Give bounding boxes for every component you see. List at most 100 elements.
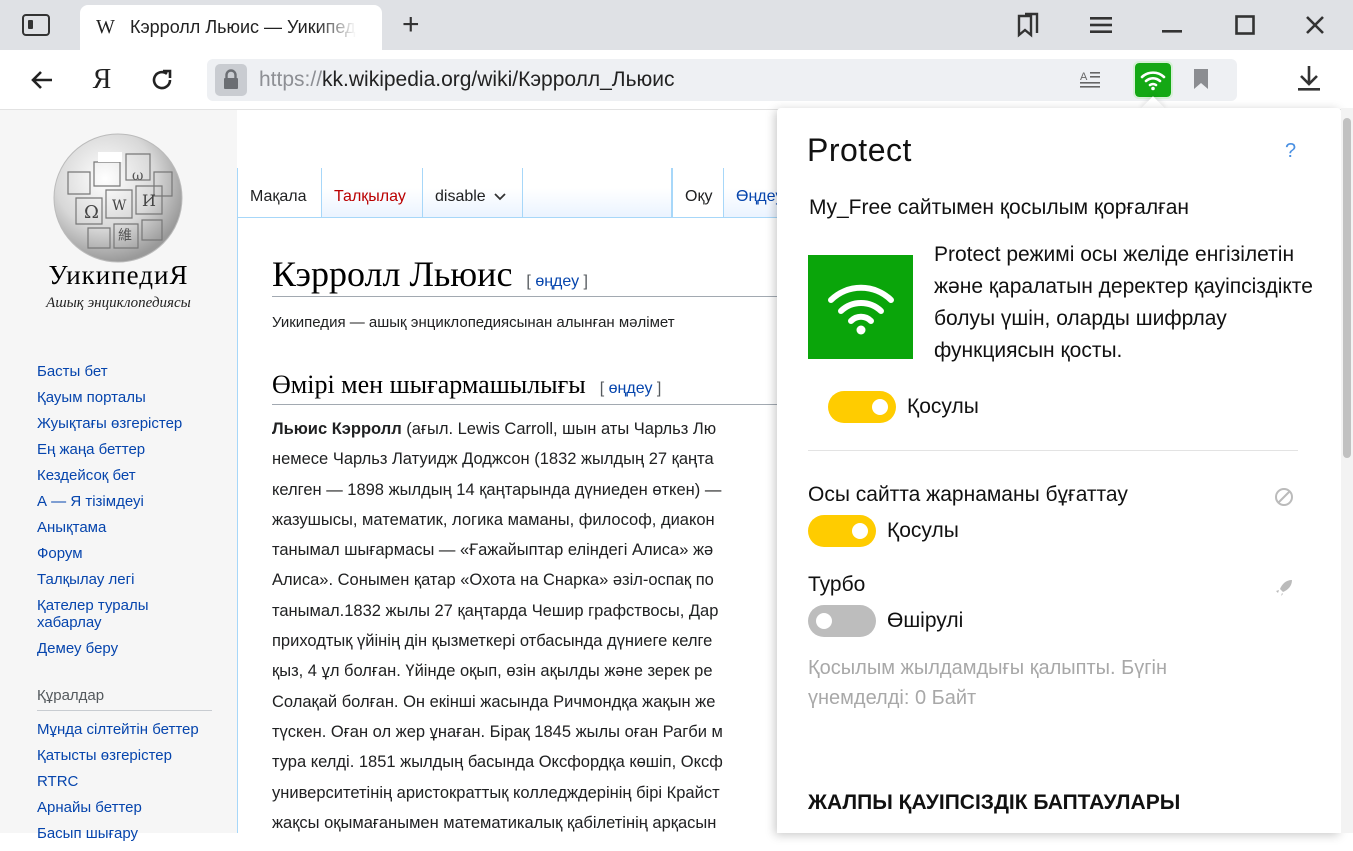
turbo-toggle-label: Өшірулі — [887, 609, 964, 632]
body-line: түскен. Оған ол жер ұнаған. Бірақ 1845 ж… — [272, 722, 723, 741]
tab-variant[interactable]: disable — [423, 168, 523, 218]
body-line: немесе Чарльз Латуидж Доджсон (1832 жылд… — [272, 450, 714, 469]
bookmark-icon[interactable] — [1193, 68, 1209, 95]
wifi-protect-icon[interactable] — [1133, 61, 1173, 99]
toggle-knob — [872, 399, 888, 415]
nav-link-report-errors[interactable]: Қателер туралы хабарлау — [37, 597, 217, 631]
page-title: Кэрролл Льюис [ өңдеу ] — [272, 253, 588, 295]
variant-label: disable — [435, 188, 486, 205]
tools-link-print[interactable]: Басып шығару — [37, 825, 199, 842]
tools-heading: Құралдар — [37, 687, 212, 711]
minimize-icon[interactable] — [1152, 8, 1192, 42]
wiki-tabs: Мақала Талқылау disable Оқу Өңдеу — [237, 168, 797, 218]
rocket-icon — [1274, 578, 1294, 603]
title-divider — [272, 296, 798, 297]
wikipedia-favicon-icon: W — [96, 16, 115, 38]
toggle-knob — [852, 523, 868, 539]
wiki-nav-list: Басты бет Қауым порталы Жуықтағы өзгеріс… — [37, 363, 217, 666]
tools-link-what-links-here[interactable]: Мұнда сілтейтін беттер — [37, 721, 199, 738]
svg-text:И: И — [142, 191, 156, 210]
edit-word[interactable]: өңдеу — [535, 273, 579, 290]
ads-toggle-label: Қосулы — [887, 519, 959, 542]
wiki-sidebar: Ω W И 維 ω УикипедиЯ Ашық энциклопедиясы … — [0, 110, 237, 842]
url-protocol: https:// — [259, 68, 323, 91]
tab-title: Кэрролл Льюис — Уикипедия — [130, 17, 356, 38]
wifi-shield-icon — [808, 255, 913, 359]
wikipedia-globe-logo[interactable]: Ω W И 維 ω — [48, 132, 188, 272]
plus-icon[interactable]: + — [402, 9, 420, 41]
wiki-wordmark: УикипедиЯ — [48, 260, 189, 290]
tools-link-related-changes[interactable]: Қатысты өзгерістер — [37, 747, 199, 764]
section-edit-link[interactable]: [ өңдеу ] — [600, 380, 662, 397]
address-bar[interactable]: https://kk.wikipedia.org/wiki/Кэрролл_Ль… — [207, 59, 1237, 101]
tools-link-special-pages[interactable]: Арнайы беттер — [37, 799, 199, 816]
section-edit-bracket-close: ] — [652, 380, 662, 397]
section-edit-word[interactable]: өңдеу — [609, 380, 653, 397]
body-line: тура келді. 1851 жылдың басында Оксфордқ… — [272, 753, 723, 772]
edit-bracket-close: ] — [579, 273, 588, 290]
ads-block-title: Осы сайтта жарнаманы бұғаттау — [808, 483, 1128, 506]
general-security-heading: ЖАЛПЫ ҚАУІПСІЗДІК БАПТАУЛАРЫ — [808, 791, 1181, 814]
nav-link-index[interactable]: А — Я тізімдеуі — [37, 493, 217, 510]
turbo-title: Турбо — [808, 573, 866, 596]
article-body: Льюис Кэрролл (ағыл. Lewis Carroll, шын … — [272, 414, 798, 838]
popup-divider — [808, 450, 1298, 451]
url-text[interactable]: https://kk.wikipedia.org/wiki/Кэрролл_Ль… — [259, 68, 675, 92]
yandex-button[interactable]: Я — [84, 62, 120, 98]
nav-link-help[interactable]: Анықтама — [37, 519, 217, 536]
bookmarks-icon[interactable] — [1008, 8, 1048, 42]
body-line: Солақай болған. Он екінші жасында Ричмон… — [272, 692, 716, 711]
nav-link-main-page[interactable]: Басты бет — [37, 363, 217, 380]
ads-block-toggle[interactable] — [808, 515, 876, 547]
page-title-text: Кэрролл Льюис — [272, 254, 513, 294]
lock-icon[interactable] — [215, 64, 247, 96]
turbo-toggle[interactable] — [808, 605, 876, 637]
wifi-toggle-label: Қосулы — [907, 395, 979, 418]
body-line: танымал.1832 жылы 27 қаңтарда Чешир граф… — [272, 601, 719, 620]
nav-link-donate[interactable]: Демеу беру — [37, 640, 217, 657]
nav-link-recent-changes[interactable]: Жуықтағы өзгерістер — [37, 415, 217, 432]
body-line: Льюис Кэрролл (ағыл. Lewis Carroll, шын … — [272, 414, 798, 444]
section-heading: Өмірі мен шығармашылығы [ өңдеу ] — [272, 370, 661, 400]
sidebar-icon[interactable] — [22, 14, 50, 36]
url-path: kk.wikipedia.org/wiki/Кэрролл_Льюис — [322, 68, 675, 91]
download-icon[interactable] — [1296, 64, 1322, 97]
maximize-icon[interactable] — [1225, 8, 1265, 42]
close-icon[interactable] — [1295, 8, 1335, 42]
help-link[interactable]: ? — [1285, 140, 1296, 163]
tools-link-rtrc[interactable]: RTRC — [37, 773, 199, 790]
tab-article[interactable]: Мақала — [237, 168, 322, 218]
body-first-line: (ағыл. Lewis Carroll, шын аты Чарльз Лю — [401, 420, 717, 438]
tab-talk[interactable]: Талқылау — [322, 168, 423, 218]
turbo-savings-note: Қосылым жылдамдығы қалыпты. Бүгін үнемде… — [808, 657, 1168, 709]
wiki-tagline: Ашық энциклопедиясы — [46, 295, 191, 311]
active-tab[interactable]: W Кэрролл Льюис — Уикипедия — [80, 5, 382, 50]
popup-scrollbar-thumb[interactable] — [1343, 118, 1351, 458]
chevron-down-icon — [494, 193, 506, 201]
reload-icon[interactable] — [144, 62, 180, 98]
wiki-article: Кэрролл Льюис [ өңдеу ] Уикипедия — ашық … — [237, 217, 798, 833]
protect-description: Protect режимі осы желіде енгізілетін жә… — [934, 243, 1313, 362]
reader-mode-icon[interactable]: A — [1079, 69, 1101, 91]
back-icon[interactable] — [24, 62, 60, 98]
section-heading-text: Өмірі мен шығармашылығы — [272, 370, 586, 399]
wifi-protect-toggle[interactable] — [828, 391, 896, 423]
nav-link-community[interactable]: Қауым порталы — [37, 389, 217, 406]
protect-logo: Protect — [807, 132, 912, 168]
nav-link-discussion[interactable]: Талқылау легі — [37, 571, 217, 588]
menu-icon[interactable] — [1081, 8, 1121, 42]
nav-link-random[interactable]: Кездейсоқ бет — [37, 467, 217, 484]
edit-section-link[interactable]: [ өңдеу ] — [526, 273, 588, 290]
body-line: келген — 1898 жылдың 14 қаңтарында дүние… — [272, 480, 722, 499]
edit-bracket-open: [ — [526, 273, 536, 290]
section-edit-bracket-open: [ — [599, 380, 609, 397]
svg-text:Ω: Ω — [84, 202, 99, 223]
body-line: қыз, 4 ұл болған. Үйінде оқып, өзін ақыл… — [272, 662, 713, 681]
svg-text:A: A — [1080, 71, 1088, 83]
tab-strip: W Кэрролл Льюис — Уикипедия + — [0, 0, 1353, 50]
body-line: университетінің аристократтық колледждер… — [272, 783, 720, 802]
body-line: приходтық үйінің дін қызметкері отбасынд… — [272, 632, 713, 651]
nav-link-forum[interactable]: Форум — [37, 545, 217, 562]
nav-link-new-pages[interactable]: Ең жаңа беттер — [37, 441, 217, 458]
tab-read[interactable]: Оқу — [672, 168, 724, 218]
